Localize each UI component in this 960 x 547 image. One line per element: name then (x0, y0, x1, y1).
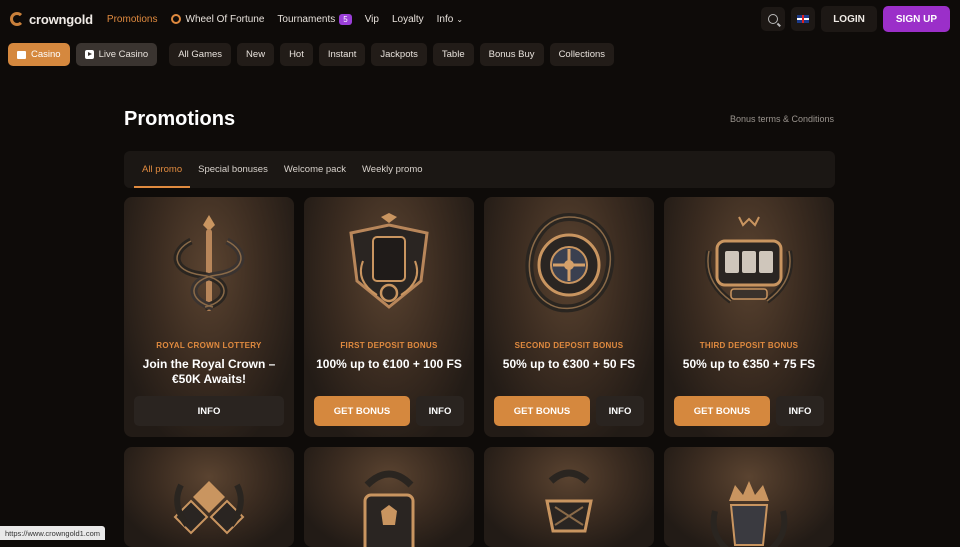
page-title: Promotions (124, 108, 235, 131)
login-button[interactable]: LOGIN (821, 6, 877, 32)
category-bonus-buy[interactable]: Bonus Buy (480, 43, 544, 66)
info-button[interactable]: INFO (596, 396, 644, 426)
tournaments-count-badge: 5 (339, 14, 351, 25)
uk-flag-icon (797, 15, 809, 23)
category-bar: Casino Live Casino All Games New Hot Ins… (8, 43, 614, 66)
live-casino-icon (85, 50, 94, 59)
promo-card (664, 447, 834, 547)
card-title: 50% up to €350 + 75 FS (674, 357, 824, 372)
category-jackpots[interactable]: Jackpots (371, 43, 427, 66)
treasure-box-icon (341, 461, 437, 547)
category-live-casino[interactable]: Live Casino (76, 43, 158, 66)
crown-logo-icon (10, 12, 24, 26)
tab-all-promo[interactable]: All promo (134, 151, 190, 188)
nav-tournaments[interactable]: Tournaments 5 (277, 14, 351, 25)
nav-promotions[interactable]: Promotions (107, 14, 158, 25)
get-bonus-button[interactable]: GET BONUS (674, 396, 770, 426)
goblet-icon (521, 461, 617, 547)
top-bar: crowngold Promotions Wheel Of Fortune To… (0, 0, 960, 38)
promo-card (124, 447, 294, 547)
nav-vip[interactable]: Vip (365, 14, 379, 25)
brand-name: crowngold (29, 12, 93, 27)
promo-card (304, 447, 474, 547)
card-actions: GET BONUS INFO (494, 396, 644, 426)
nav-wheel-label: Wheel Of Fortune (186, 14, 265, 25)
category-table[interactable]: Table (433, 43, 474, 66)
tab-welcome-pack[interactable]: Welcome pack (276, 151, 354, 188)
crown-icon (701, 461, 797, 547)
diamond-tiles-icon (161, 461, 257, 547)
nav-info[interactable]: Info ⌄ (437, 14, 463, 25)
bonus-terms-link[interactable]: Bonus terms & Conditions (730, 114, 834, 124)
chevron-down-icon: ⌄ (456, 15, 463, 24)
category-new[interactable]: New (237, 43, 274, 66)
card-tag: ROYAL CROWN LOTTERY (124, 341, 294, 350)
card-tag: FIRST DEPOSIT BONUS (304, 341, 474, 350)
promo-card (484, 447, 654, 547)
card-tag: THIRD DEPOSIT BONUS (664, 341, 834, 350)
nav-wheel-of-fortune[interactable]: Wheel Of Fortune (171, 14, 265, 25)
header-actions: LOGIN SIGN UP (761, 6, 950, 32)
roulette-wheel-icon (521, 211, 617, 319)
category-collections[interactable]: Collections (550, 43, 614, 66)
signup-button[interactable]: SIGN UP (883, 6, 950, 32)
promo-card: ROYAL CROWN LOTTERY Join the Royal Crown… (124, 197, 294, 437)
tab-weekly-promo[interactable]: Weekly promo (354, 151, 431, 188)
search-icon (768, 14, 778, 24)
slot-machine-icon (701, 211, 797, 319)
promo-card: THIRD DEPOSIT BONUS 50% up to €350 + 75 … (664, 197, 834, 437)
card-actions: GET BONUS INFO (314, 396, 464, 426)
category-instant[interactable]: Instant (319, 43, 366, 66)
card-title: 50% up to €300 + 50 FS (494, 357, 644, 372)
promo-card: SECOND DEPOSIT BONUS 50% up to €300 + 50… (484, 197, 654, 437)
category-casino-label: Casino (31, 49, 61, 60)
logo[interactable]: crowngold (10, 12, 93, 27)
card-actions: GET BONUS INFO (674, 396, 824, 426)
nav-tournaments-label: Tournaments (277, 14, 335, 25)
category-all-games[interactable]: All Games (169, 43, 231, 66)
tab-special-bonuses[interactable]: Special bonuses (190, 151, 276, 188)
shield-cards-icon (341, 211, 437, 319)
get-bonus-button[interactable]: GET BONUS (494, 396, 590, 426)
info-button[interactable]: INFO (776, 396, 824, 426)
card-title: Join the Royal Crown – €50K Awaits! (134, 357, 284, 387)
status-bar-url: https://www.crowngold1.com (0, 526, 105, 540)
category-hot[interactable]: Hot (280, 43, 313, 66)
info-button[interactable]: INFO (416, 396, 464, 426)
search-button[interactable] (761, 7, 785, 31)
scepter-serpents-icon (161, 211, 257, 319)
get-bonus-button[interactable]: GET BONUS (314, 396, 410, 426)
promo-tabs: All promo Special bonuses Welcome pack W… (124, 151, 835, 188)
promo-card: FIRST DEPOSIT BONUS 100% up to €100 + 10… (304, 197, 474, 437)
language-button[interactable] (791, 7, 815, 31)
card-actions: INFO (134, 396, 284, 426)
info-button[interactable]: INFO (134, 396, 284, 426)
casino-icon (17, 51, 26, 59)
category-live-label: Live Casino (99, 49, 149, 60)
card-tag: SECOND DEPOSIT BONUS (484, 341, 654, 350)
wheel-icon (171, 14, 181, 24)
category-casino[interactable]: Casino (8, 43, 70, 66)
nav-loyalty[interactable]: Loyalty (392, 14, 424, 25)
main-nav: Promotions Wheel Of Fortune Tournaments … (107, 14, 476, 25)
card-title: 100% up to €100 + 100 FS (314, 357, 464, 372)
promo-grid: ROYAL CROWN LOTTERY Join the Royal Crown… (124, 197, 834, 547)
nav-info-label: Info (437, 14, 454, 25)
